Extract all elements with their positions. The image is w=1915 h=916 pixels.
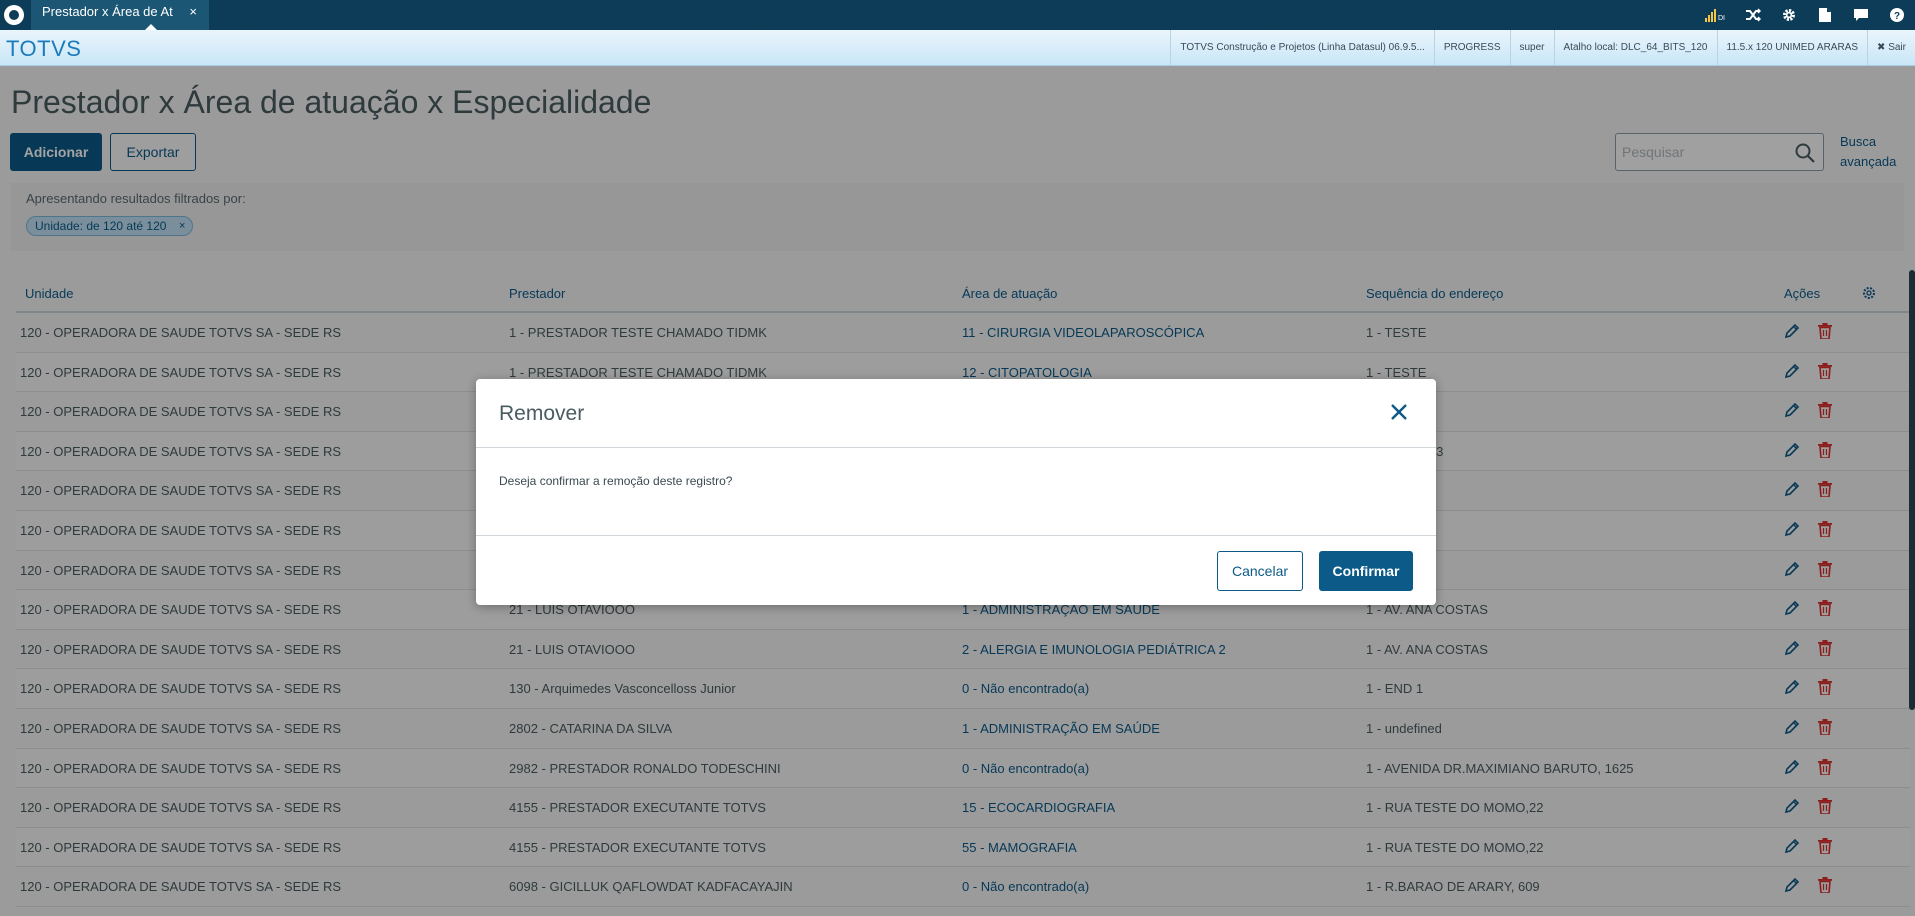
header-band: TOTVS TOTVS Construção e Projetos (Linha… [0, 30, 1915, 66]
dialog-title: Remover [499, 402, 585, 425]
cancel-button[interactable]: Cancelar [1217, 551, 1303, 591]
info-shortcut: Atalho local: DLC_64_BITS_120 [1553, 30, 1717, 65]
info-company: 11.5.x 120 UNIMED ARARAS [1716, 30, 1868, 65]
gear-icon[interactable] [1771, 0, 1807, 30]
tab-prestador-area[interactable]: Prestador x Área de At × [31, 0, 209, 30]
logout-link[interactable]: ✖ Sair [1867, 30, 1915, 65]
signal-icon[interactable]: DI [1699, 0, 1735, 30]
brand-logo: TOTVS [6, 36, 82, 61]
close-icon[interactable] [1390, 403, 1408, 426]
dialog-message: Deseja confirmar a remoção deste registr… [499, 474, 733, 488]
info-system: TOTVS Construção e Projetos (Linha Datas… [1170, 30, 1433, 65]
confirm-button[interactable]: Confirmar [1319, 551, 1413, 591]
help-icon[interactable]: ? [1879, 0, 1915, 30]
document-icon[interactable] [1807, 0, 1843, 30]
svg-text:?: ? [1894, 11, 1900, 22]
top-icons: DI ? [1699, 0, 1915, 30]
info-user: super [1509, 30, 1554, 65]
tab-title[interactable]: Prestador x Área de At [42, 4, 182, 19]
dialog-divider-top [476, 447, 1436, 448]
session-info: TOTVS Construção e Projetos (Linha Datas… [1170, 30, 1915, 65]
signal-label: DI [1718, 15, 1725, 22]
chat-icon[interactable] [1843, 0, 1879, 30]
dialog-divider-bottom [476, 535, 1436, 536]
app-logo-icon[interactable] [4, 5, 24, 25]
tab-close-icon[interactable]: × [189, 4, 197, 19]
shuffle-icon[interactable] [1735, 0, 1771, 30]
info-database: PROGRESS [1433, 30, 1510, 65]
top-bar: Prestador x Área de At × DI ? [0, 0, 1915, 30]
remove-dialog: Remover Deseja confirmar a remoção deste… [476, 379, 1436, 605]
